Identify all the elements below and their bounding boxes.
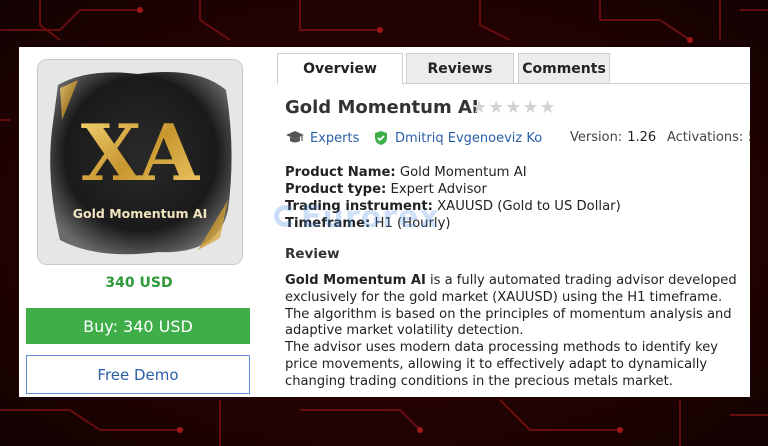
tab-reviews[interactable]: Reviews <box>406 53 514 83</box>
watermark-logo-icon <box>274 205 296 227</box>
product-specs: Product Name: Gold Momentum AI Product t… <box>285 164 621 232</box>
spec-product-name: Product Name: Gold Momentum AI <box>285 165 527 180</box>
product-card: XA Gold Momentum AI 340 USD Buy: 340 USD… <box>19 47 750 397</box>
spec-trading-instrument: Trading instrument: XAUUSD (Gold to US D… <box>285 199 621 214</box>
author-link[interactable]: Dmitriq Evgenoeviz Ko <box>373 130 542 146</box>
review-heading: Review <box>285 246 340 262</box>
activations-label: Activations: <box>667 130 744 145</box>
free-demo-button[interactable]: Free Demo <box>26 355 250 394</box>
version-value: 1.26 <box>627 130 657 145</box>
spec-timeframe: Timeframe: H1 (Hourly) <box>285 216 451 231</box>
rating-stars[interactable]: ★★★★★ <box>471 97 557 118</box>
logo-letters: XA <box>81 108 201 199</box>
version-info: Version: 1.26 <box>570 130 656 145</box>
buy-button[interactable]: Buy: 340 USD <box>26 308 250 344</box>
review-paragraph-2: The advisor uses modern data processing … <box>285 340 719 389</box>
author-name: Dmitriq Evgenoeviz Ko <box>395 130 543 146</box>
review-text: Gold Momentum AI is a fully automated tr… <box>285 273 747 391</box>
activations-value: 5 <box>748 130 750 145</box>
price-label: 340 USD <box>105 275 173 291</box>
review-lead: Gold Momentum AI <box>285 273 426 288</box>
activations-info: Activations: 5 <box>667 130 750 145</box>
image-caption: Gold Momentum AI <box>73 206 207 221</box>
spec-product-type: Product type: Expert Advisor <box>285 182 487 197</box>
tab-overview[interactable]: Overview <box>277 53 403 84</box>
verified-shield-icon <box>375 131 387 145</box>
product-logo: XA Gold Momentum AI <box>38 60 242 264</box>
category-label: Experts <box>310 130 360 146</box>
graduation-cap-icon <box>286 131 304 143</box>
product-title: Gold Momentum AI <box>285 97 479 118</box>
version-label: Version: <box>570 130 623 145</box>
tab-comments[interactable]: Comments <box>518 53 610 83</box>
product-image[interactable]: XA Gold Momentum AI <box>37 59 243 265</box>
category-link[interactable]: Experts <box>285 130 359 146</box>
